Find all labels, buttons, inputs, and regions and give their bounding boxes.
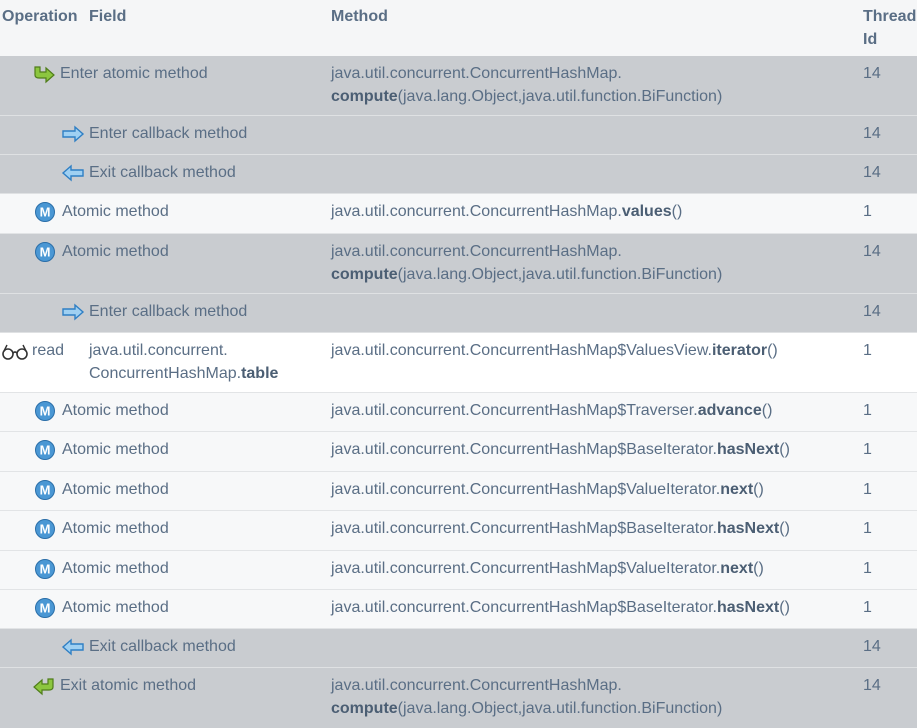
operation-label: Exit callback method <box>89 164 236 181</box>
operation-label: Atomic method <box>62 599 169 616</box>
method-cell: java.util.concurrent.ConcurrentHashMap. c… <box>331 243 723 283</box>
operation-label: Enter callback method <box>89 125 248 142</box>
operation-label: Atomic method <box>62 243 169 260</box>
header-method[interactable]: Method <box>331 5 388 28</box>
method-cell: java.util.concurrent.ConcurrentHashMap$B… <box>331 441 790 458</box>
thread-id: 14 <box>863 677 881 694</box>
table-row[interactable]: Enter callback method 14 <box>0 116 917 155</box>
thread-id: 1 <box>863 441 872 458</box>
field-cell: java.util.concurrent. ConcurrentHashMap.t… <box>89 342 279 382</box>
operation-label: Enter atomic method <box>60 65 208 82</box>
thread-id: 1 <box>863 203 872 220</box>
glasses-icon <box>1 340 29 362</box>
method-m-icon: M <box>34 479 58 501</box>
header-field[interactable]: Field <box>89 5 126 28</box>
operation-label: Atomic method <box>62 203 169 220</box>
thread-id: 14 <box>863 243 881 260</box>
method-m-icon: M <box>34 439 58 461</box>
method-cell: java.util.concurrent.ConcurrentHashMap. c… <box>331 677 723 717</box>
thread-id: 1 <box>863 342 872 359</box>
thread-id: 1 <box>863 481 872 498</box>
header-thread-id[interactable]: Thread Id <box>863 5 917 51</box>
thread-id: 1 <box>863 402 872 419</box>
svg-text:M: M <box>40 561 51 576</box>
thread-id: 1 <box>863 560 872 577</box>
thread-id: 14 <box>863 65 881 82</box>
table-row[interactable]: Enter atomic method java.util.concurrent… <box>0 56 917 116</box>
table-row[interactable]: M Atomic method java.util.concurrent.Con… <box>0 432 917 472</box>
table-row[interactable]: M Atomic method java.util.concurrent.Con… <box>0 511 917 551</box>
thread-id: 1 <box>863 599 872 616</box>
table-row[interactable]: M Atomic method java.util.concurrent.Con… <box>0 393 917 432</box>
svg-text:M: M <box>40 600 51 615</box>
enter-callback-arrow-icon <box>61 301 85 323</box>
operation-label: Atomic method <box>62 560 169 577</box>
table-header: Operation Field Method Thread Id <box>0 0 917 57</box>
table-row[interactable]: M Atomic method java.util.concurrent.Con… <box>0 194 917 234</box>
table-row[interactable]: M Atomic method java.util.concurrent.Con… <box>0 472 917 511</box>
table-row[interactable]: Exit callback method 14 <box>0 629 917 668</box>
table-row[interactable]: Exit atomic method java.util.concurrent.… <box>0 668 917 728</box>
operation-label: read <box>32 342 65 359</box>
method-cell: java.util.concurrent.ConcurrentHashMap$V… <box>331 560 764 577</box>
enter-atomic-arrow-icon <box>32 63 56 85</box>
operation-label: Exit callback method <box>89 638 236 655</box>
method-cell: java.util.concurrent.ConcurrentHashMap.v… <box>331 203 683 220</box>
table-row[interactable]: M Atomic method java.util.concurrent.Con… <box>0 551 917 590</box>
table-row[interactable]: M Atomic method java.util.concurrent.Con… <box>0 234 917 294</box>
method-cell: java.util.concurrent.ConcurrentHashMap$B… <box>331 599 790 616</box>
thread-id: 14 <box>863 303 881 320</box>
enter-callback-arrow-icon <box>61 123 85 145</box>
method-m-icon: M <box>34 400 58 422</box>
thread-id: 14 <box>863 638 881 655</box>
table-row[interactable]: Exit callback method 14 <box>0 155 917 194</box>
operation-label: Exit atomic method <box>60 677 197 694</box>
table-row[interactable]: read java.util.concurrent. ConcurrentHash… <box>0 333 917 393</box>
thread-id: 14 <box>863 164 881 181</box>
table-row[interactable]: Enter callback method 14 <box>0 294 917 333</box>
method-cell: java.util.concurrent.ConcurrentHashMap. c… <box>331 65 723 105</box>
operation-label: Atomic method <box>62 441 169 458</box>
method-cell: java.util.concurrent.ConcurrentHashMap$V… <box>331 342 778 359</box>
method-m-icon: M <box>34 201 58 223</box>
svg-text:M: M <box>40 521 51 536</box>
thread-id: 14 <box>863 125 881 142</box>
exit-callback-arrow-icon <box>61 636 85 658</box>
method-cell: java.util.concurrent.ConcurrentHashMap$T… <box>331 402 773 419</box>
method-m-icon: M <box>34 241 58 263</box>
table-row[interactable]: M Atomic method java.util.concurrent.Con… <box>0 590 917 629</box>
svg-text:M: M <box>40 482 51 497</box>
operation-label: Enter callback method <box>89 303 248 320</box>
svg-text:M: M <box>40 204 51 219</box>
thread-id: 1 <box>863 520 872 537</box>
method-cell: java.util.concurrent.ConcurrentHashMap$B… <box>331 520 790 537</box>
method-m-icon: M <box>34 597 58 619</box>
exit-callback-arrow-icon <box>61 162 85 184</box>
method-cell: java.util.concurrent.ConcurrentHashMap$V… <box>331 481 764 498</box>
exit-atomic-arrow-icon <box>32 675 56 697</box>
svg-text:M: M <box>40 244 51 259</box>
operation-label: Atomic method <box>62 402 169 419</box>
header-operation[interactable]: Operation <box>2 5 78 28</box>
method-m-icon: M <box>34 518 58 540</box>
method-m-icon: M <box>34 558 58 580</box>
svg-text:M: M <box>40 442 51 457</box>
operation-label: Atomic method <box>62 520 169 537</box>
svg-text:M: M <box>40 403 51 418</box>
operation-label: Atomic method <box>62 481 169 498</box>
